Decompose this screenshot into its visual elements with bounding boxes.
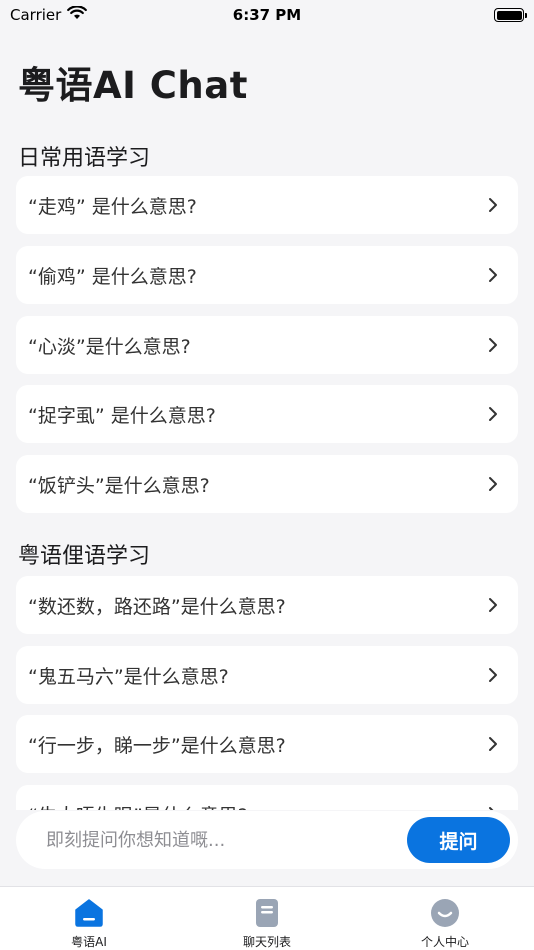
tab-label: 粤语AI bbox=[71, 935, 107, 949]
tab-cantonese-ai[interactable]: 粤语AI bbox=[9, 887, 169, 950]
chevron-right-icon bbox=[486, 737, 500, 751]
question-card[interactable]: “数还数，路还路”是什么意思? bbox=[16, 576, 518, 634]
chevron-right-icon bbox=[486, 668, 500, 682]
page-title: 粤语AI Chat bbox=[18, 64, 248, 107]
question-label: “饭铲头”是什么意思? bbox=[28, 474, 210, 497]
chevron-right-icon bbox=[486, 268, 500, 282]
tab-profile[interactable]: 个人中心 bbox=[365, 887, 525, 950]
profile-icon bbox=[431, 899, 459, 927]
tab-chat-list[interactable]: 聊天列表 bbox=[187, 887, 347, 950]
question-card[interactable]: “饭铲头”是什么意思? bbox=[16, 455, 518, 513]
chevron-right-icon bbox=[486, 198, 500, 212]
question-label: “牛大唔生眼”是什么意思? bbox=[28, 801, 248, 811]
question-label: “心淡”是什么意思? bbox=[28, 335, 191, 358]
ask-button[interactable]: 提问 bbox=[407, 817, 510, 863]
question-label: “鬼五马六”是什么意思? bbox=[28, 665, 229, 688]
question-card[interactable]: “心淡”是什么意思? bbox=[16, 316, 518, 374]
section-title-slang: 粤语俚语学习 bbox=[18, 544, 151, 569]
status-bar: Carrier 6:37 PM bbox=[0, 0, 534, 30]
question-label: “偷鸡” 是什么意思? bbox=[28, 265, 197, 288]
ask-bar: 提问 bbox=[16, 811, 518, 869]
question-label: “数还数，路还路”是什么意思? bbox=[28, 595, 286, 618]
section-title-daily: 日常用语学习 bbox=[18, 146, 151, 171]
chevron-right-icon bbox=[486, 598, 500, 612]
question-card[interactable]: “偷鸡” 是什么意思? bbox=[16, 246, 518, 304]
question-card[interactable]: “走鸡” 是什么意思? bbox=[16, 176, 518, 234]
ask-input[interactable] bbox=[46, 829, 386, 851]
question-label: “走鸡” 是什么意思? bbox=[28, 195, 197, 218]
question-label: “行一步，睇一步”是什么意思? bbox=[28, 734, 286, 757]
carrier-label: Carrier bbox=[10, 6, 62, 24]
question-card[interactable]: “牛大唔生眼”是什么意思? bbox=[16, 785, 518, 810]
question-card[interactable]: “鬼五马六”是什么意思? bbox=[16, 646, 518, 704]
question-list[interactable]: 日常用语学习 “走鸡” 是什么意思? “偷鸡” 是什么意思? “心淡”是什么意思… bbox=[0, 130, 534, 810]
question-card[interactable]: “捉字虱” 是什么意思? bbox=[16, 385, 518, 443]
wifi-icon bbox=[67, 5, 88, 24]
tab-bar: 粤语AI 聊天列表 个人中心 bbox=[0, 886, 534, 950]
chevron-right-icon bbox=[486, 338, 500, 352]
question-card[interactable]: “行一步，睇一步”是什么意思? bbox=[16, 715, 518, 773]
chevron-right-icon bbox=[486, 407, 500, 421]
battery-icon bbox=[494, 8, 527, 22]
chevron-right-icon bbox=[486, 477, 500, 491]
tab-label: 个人中心 bbox=[420, 935, 469, 949]
home-icon bbox=[75, 899, 103, 927]
battery-fill bbox=[496, 10, 522, 20]
question-label: “捉字虱” 是什么意思? bbox=[28, 404, 216, 427]
tab-label: 聊天列表 bbox=[242, 935, 291, 949]
status-left: Carrier bbox=[10, 5, 88, 24]
chat-list-icon bbox=[256, 899, 278, 927]
chevron-right-icon bbox=[486, 807, 500, 810]
